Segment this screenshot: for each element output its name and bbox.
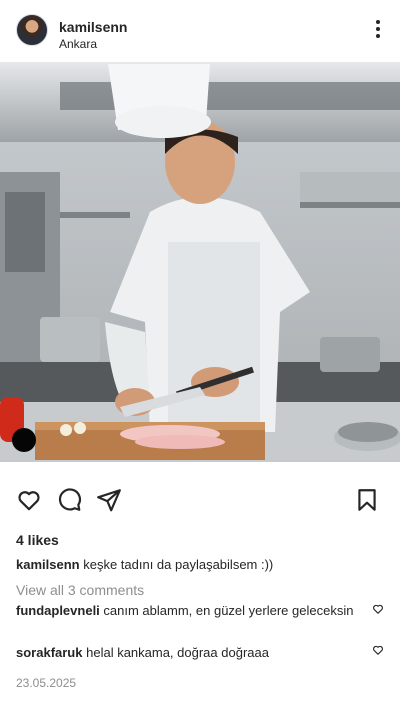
view-all-comments-link[interactable]: View all 3 comments <box>16 582 144 598</box>
comment-like-heart-icon[interactable] <box>372 644 384 656</box>
comment-like-heart-icon[interactable] <box>372 603 384 615</box>
comment-item: sorakfaruk helal kankama, doğraa doğraaa <box>16 644 356 662</box>
post-caption: kamilsenn keşke tadını da paylaşabilsem … <box>16 557 384 573</box>
post-location[interactable]: Ankara <box>59 37 97 51</box>
comment-item: fundaplevneli canım ablamm, en güzel yer… <box>16 602 356 620</box>
action-bar <box>0 484 400 514</box>
post-date: 23.05.2025 <box>16 676 77 690</box>
like-count[interactable]: 4 likes <box>16 532 59 548</box>
comment-icon[interactable] <box>56 487 82 513</box>
heart-icon[interactable] <box>16 487 42 513</box>
avatar[interactable] <box>16 14 48 46</box>
comment-username[interactable]: sorakfaruk <box>16 645 82 660</box>
paper-plane-icon[interactable] <box>96 487 122 513</box>
bookmark-icon[interactable] <box>354 487 380 513</box>
post-username[interactable]: kamilsenn <box>59 19 127 35</box>
comment-text: helal kankama, doğraa doğraaa <box>86 645 269 660</box>
post-image[interactable] <box>0 62 400 462</box>
post-header: kamilsenn Ankara <box>0 0 400 62</box>
comment-text: canım ablamm, en güzel yerlere geleceksi… <box>103 603 354 618</box>
caption-text: keşke tadını da paylaşabilsem :)) <box>83 557 274 572</box>
comment-username[interactable]: fundaplevneli <box>16 603 100 618</box>
more-options-icon[interactable] <box>374 20 382 40</box>
caption-username[interactable]: kamilsenn <box>16 557 80 572</box>
tagged-users-icon[interactable] <box>12 428 36 452</box>
